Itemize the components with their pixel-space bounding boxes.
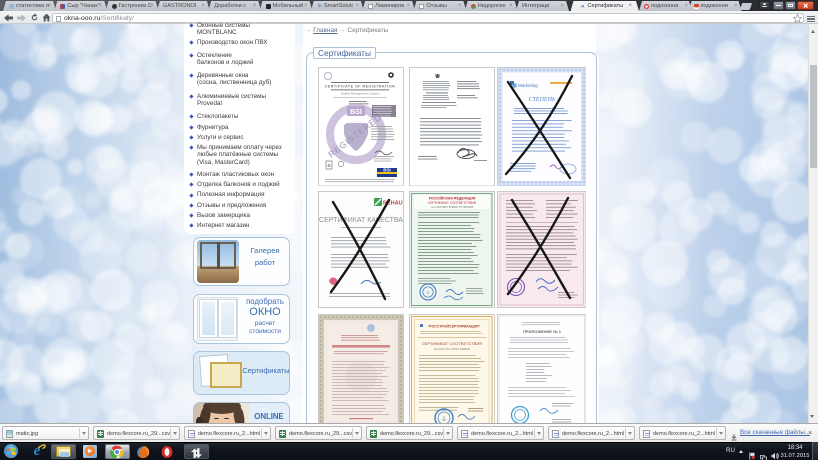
svg-text:CERTIFICATE OF REGISTRATION: CERTIFICATE OF REGISTRATION xyxy=(325,84,395,88)
svg-text:BSI: BSI xyxy=(383,167,391,172)
svg-text:♻: ♻ xyxy=(327,163,331,168)
svg-text:С: С xyxy=(427,290,430,295)
svg-text:⚓: ⚓ xyxy=(441,415,447,421)
svg-text:СЕРТИФИКАТ СООТВЕТСТВИЯ: СЕРТИФИКАТ СООТВЕТСТВИЯ xyxy=(428,201,477,205)
svg-text:"РОССТРОЙСЕРТИФИКАЦИЯ": "РОССТРОЙСЕРТИФИКАЦИЯ" xyxy=(428,324,481,328)
svg-text:№ РОСС RU.31513.04ИБН0: № РОСС RU.31513.04ИБН0 xyxy=(434,347,471,351)
svg-text:BSI: BSI xyxy=(350,109,362,116)
svg-text:СЕРТИФИКАТ КАЧЕСТВА: СЕРТИФИКАТ КАЧЕСТВА xyxy=(319,217,403,224)
svg-text:СЕРТИФИКАТ СООТВЕТСТВИЯ: СЕРТИФИКАТ СООТВЕТСТВИЯ xyxy=(422,341,483,346)
svg-text:Marketing: Marketing xyxy=(518,83,538,88)
svg-text:№ С-RU.ПВ57.В.00821 ТР 065: № С-RU.ПВ57.В.00821 ТР 0657900 xyxy=(431,205,474,209)
svg-text:Quality Management System: Quality Management System xyxy=(341,91,380,95)
svg-text:СТЕПЕНЬ: СТЕПЕНЬ xyxy=(528,97,555,103)
svg-text:РОССИЙСКАЯ ФЕДЕРАЦИЯ: РОССИЙСКАЯ ФЕДЕРАЦИЯ xyxy=(429,196,476,200)
svg-text:ПРИЛОЖЕНИЕ № 1: ПРИЛОЖЕНИЕ № 1 xyxy=(523,329,562,334)
